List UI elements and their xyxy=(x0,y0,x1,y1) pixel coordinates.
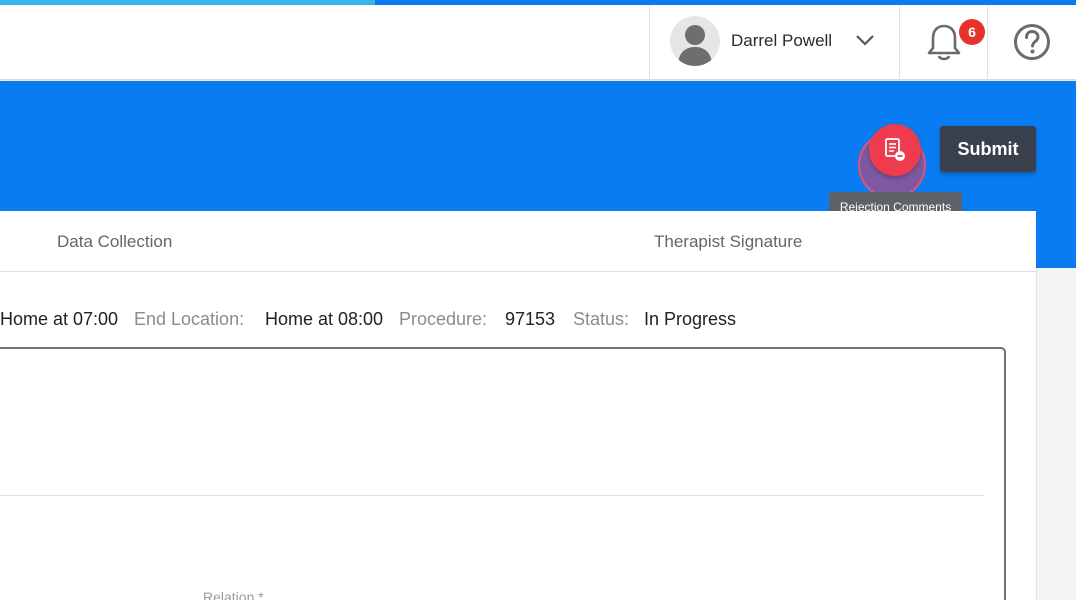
avatar xyxy=(670,16,720,66)
step-tabs: Data Collection Therapist Signature xyxy=(0,211,1036,272)
status-label: Status: xyxy=(573,309,630,329)
user-name: Darrel Powell xyxy=(731,31,833,50)
form-card xyxy=(0,347,1006,600)
procedure-value: 97153 xyxy=(505,309,556,329)
user-menu[interactable]: Darrel Powell xyxy=(649,5,900,80)
side-gutter xyxy=(1036,268,1076,600)
rejection-comments-button[interactable] xyxy=(869,124,921,176)
form-divider xyxy=(0,495,984,496)
end-location-label: End Location: xyxy=(134,309,245,329)
submit-button[interactable]: Submit xyxy=(940,126,1036,172)
relation-field-label: Relation * xyxy=(203,589,264,600)
end-location-value: Home at 08:00 xyxy=(265,309,384,329)
bell-icon[interactable] xyxy=(927,22,961,62)
banner-extension xyxy=(1036,211,1076,268)
chevron-down-icon[interactable] xyxy=(854,31,876,49)
notification-badge: 6 xyxy=(959,19,985,45)
notifications[interactable]: 6 xyxy=(900,5,988,80)
app-header: Darrel Powell 6 xyxy=(0,5,1076,80)
start-location-value: Home at 07:00 xyxy=(0,309,119,329)
rejection-comments-icon xyxy=(885,138,905,161)
tab-therapist-signature[interactable]: Therapist Signature xyxy=(654,232,802,252)
tab-data-collection[interactable]: Data Collection xyxy=(57,232,172,252)
status-value: In Progress xyxy=(644,309,737,329)
procedure-label: Procedure: xyxy=(399,309,488,329)
help-icon[interactable] xyxy=(1013,23,1051,61)
